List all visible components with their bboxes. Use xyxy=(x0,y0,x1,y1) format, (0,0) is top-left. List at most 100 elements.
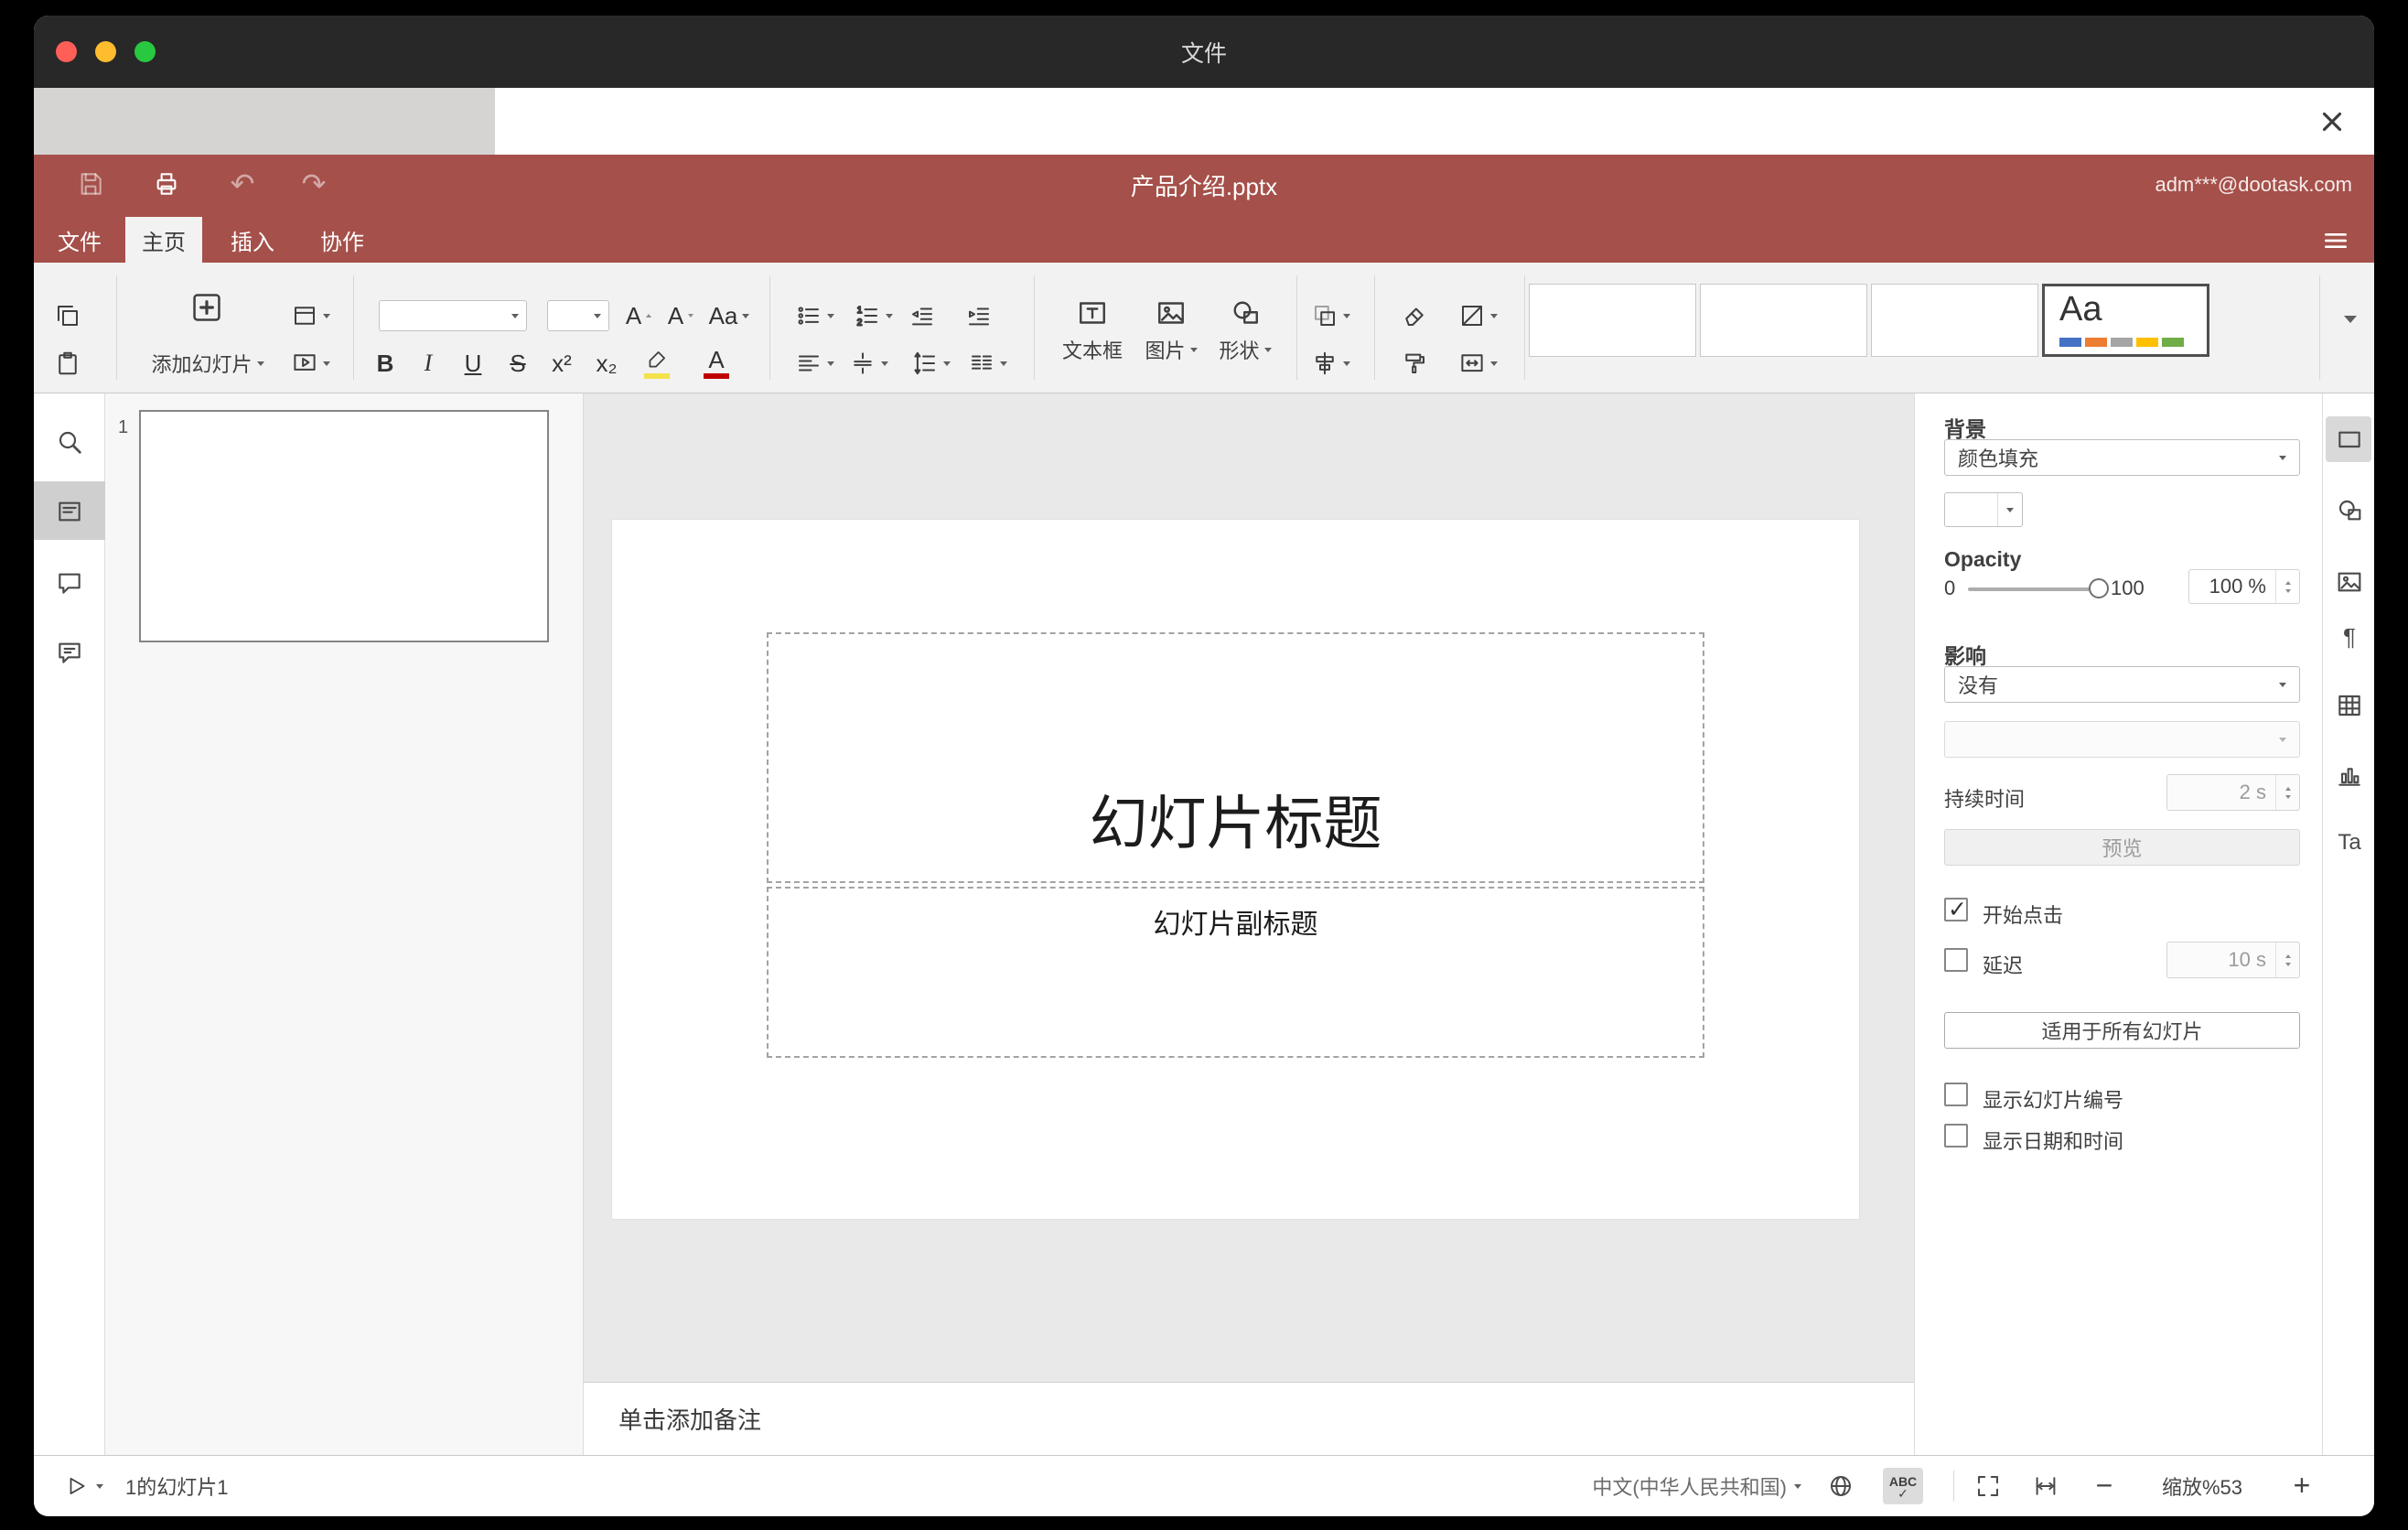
comments-icon[interactable] xyxy=(54,567,85,598)
font-color-button[interactable]: A xyxy=(695,343,737,383)
start-on-click-checkbox[interactable] xyxy=(1944,896,1968,923)
toolbar-separator xyxy=(769,275,770,380)
change-layout-button[interactable] xyxy=(286,300,334,331)
vertical-align-button[interactable] xyxy=(845,348,891,379)
theme-preview-text: Aa xyxy=(2059,290,2102,329)
spell-check-icon[interactable]: ABC ✓ xyxy=(1883,1468,1923,1504)
chart-settings-icon[interactable] xyxy=(2334,760,2365,791)
zoom-out-button[interactable]: − xyxy=(2088,1465,2121,1505)
fit-slide-icon[interactable] xyxy=(1970,1470,2006,1503)
font-size-combo[interactable] xyxy=(547,300,609,331)
table-settings-icon[interactable] xyxy=(2334,690,2365,721)
effect-label: 影响 xyxy=(1944,644,1986,668)
slides-panel-icon[interactable] xyxy=(54,496,85,527)
underline-button[interactable]: U xyxy=(455,347,491,380)
theme-tile[interactable] xyxy=(1529,284,1696,357)
increase-font-button[interactable]: A xyxy=(619,300,658,331)
feedback-icon[interactable] xyxy=(54,637,85,668)
line-spacing-button[interactable] xyxy=(908,348,953,379)
opacity-value-input[interactable]: 100 % xyxy=(2188,569,2300,604)
start-slideshow-status-button[interactable] xyxy=(56,1469,113,1503)
close-icon[interactable] xyxy=(2314,103,2350,140)
zoom-in-button[interactable]: + xyxy=(2285,1465,2318,1505)
bold-button[interactable]: B xyxy=(367,347,403,380)
shape-settings-icon[interactable] xyxy=(2334,495,2365,526)
toolbar-separator xyxy=(1374,275,1375,380)
highlight-color-bar xyxy=(644,373,670,379)
show-date-time-checkbox[interactable] xyxy=(1944,1124,1968,1148)
delay-label: 延迟 xyxy=(1983,954,2024,977)
language-select[interactable]: 中文(中华人民共和国) xyxy=(1534,1469,1801,1503)
superscript-button[interactable]: x² xyxy=(543,347,580,380)
opacity-slider-knob[interactable] xyxy=(2089,578,2109,598)
right-icon-strip: ¶ Ta xyxy=(2322,393,2374,1455)
subtitle-placeholder[interactable]: 幻灯片副标题 xyxy=(767,887,1704,1058)
delay-checkbox[interactable] xyxy=(1944,948,1968,972)
title-placeholder[interactable]: 幻灯片标题 xyxy=(767,632,1704,883)
copy-style-icon[interactable] xyxy=(1396,348,1433,379)
theme-tile[interactable] xyxy=(1700,284,1867,357)
screen: 文件 ↶ ↷ 产品介绍.pptx adm***@dootask.com 文件 主… xyxy=(0,0,2408,1530)
show-slide-number-checkbox[interactable] xyxy=(1944,1083,1968,1106)
slide-thumbnail-1[interactable] xyxy=(139,410,549,642)
increase-indent-button[interactable] xyxy=(961,300,997,331)
menu-icon[interactable] xyxy=(2317,226,2354,255)
opacity-slider[interactable] xyxy=(1968,578,2109,598)
slide-size-button[interactable] xyxy=(1453,348,1502,379)
app-window: 文件 ↶ ↷ 产品介绍.pptx adm***@dootask.com 文件 主… xyxy=(34,16,2374,1516)
columns-button[interactable] xyxy=(964,348,1010,379)
italic-button[interactable]: I xyxy=(410,347,446,380)
tab-insert[interactable]: 插入 xyxy=(215,217,290,263)
slide-info-label: 1的幻灯片1 xyxy=(125,1476,229,1499)
change-case-button[interactable]: Aa xyxy=(704,300,755,331)
search-icon[interactable] xyxy=(54,426,85,458)
start-slideshow-button[interactable] xyxy=(286,348,334,379)
textart-settings-icon[interactable]: Ta xyxy=(2334,827,2365,858)
decrease-indent-button[interactable] xyxy=(904,300,941,331)
numbering-button[interactable] xyxy=(850,300,896,331)
account-label: adm***@dootask.com xyxy=(2155,173,2352,196)
add-slide-icon[interactable] xyxy=(186,286,228,329)
background-label: 背景 xyxy=(1944,417,1986,441)
slide-settings-panel: 背景 颜色填充 Opacity 0 100 100 % 影响 没有 持续时间 2… xyxy=(1914,393,2322,1455)
notes-area[interactable]: 单击添加备注 xyxy=(584,1382,1914,1455)
paste-icon[interactable] xyxy=(52,348,83,379)
apply-to-all-slides-button[interactable]: 适用于所有幻灯片 xyxy=(1944,1012,2300,1049)
clear-style-icon[interactable] xyxy=(1396,300,1433,331)
slide-surface[interactable]: 幻灯片标题 幻灯片副标题 xyxy=(611,519,1860,1220)
fill-color-picker[interactable] xyxy=(1944,492,2023,527)
tab-home[interactable]: 主页 xyxy=(125,217,202,263)
status-bar: 1的幻灯片1 中文(中华人民共和国) ABC ✓ − 缩放%53 + xyxy=(34,1455,2374,1516)
slide-settings-icon[interactable] xyxy=(2334,424,2365,455)
insert-textbox-button[interactable]: 文本框 xyxy=(1056,286,1129,374)
horizontal-align-button[interactable] xyxy=(791,348,837,379)
external-page-area xyxy=(34,88,495,155)
copy-icon[interactable] xyxy=(52,300,83,331)
spellcheck-language-icon[interactable] xyxy=(1824,1470,1857,1503)
color-scheme-button[interactable] xyxy=(1453,300,1502,331)
insert-image-button[interactable]: 图片 xyxy=(1134,286,1208,374)
theme-tile[interactable] xyxy=(1871,284,2038,357)
fill-type-select[interactable]: 颜色填充 xyxy=(1944,439,2300,476)
chevron-down-icon xyxy=(256,361,264,366)
tab-collaboration[interactable]: 协作 xyxy=(303,217,382,263)
arrange-shape-button[interactable] xyxy=(1306,300,1354,331)
image-settings-icon[interactable] xyxy=(2334,566,2365,598)
bullets-button[interactable] xyxy=(791,300,837,331)
align-shape-button[interactable] xyxy=(1306,348,1354,379)
tab-file[interactable]: 文件 xyxy=(47,217,113,263)
add-slide-button[interactable]: 添加幻灯片 xyxy=(134,348,281,379)
font-name-combo[interactable] xyxy=(379,300,527,331)
theme-tile-selected[interactable]: Aa xyxy=(2042,284,2209,357)
paragraph-settings-icon[interactable]: ¶ xyxy=(2334,621,2365,652)
main-toolbar: 添加幻灯片 A A Aa B I U S x² x₂ A 文本框 图片 形状 A… xyxy=(34,263,2374,393)
insert-shape-button[interactable]: 形状 xyxy=(1209,286,1282,374)
strikethrough-button[interactable]: S xyxy=(500,347,536,380)
effect-select[interactable]: 没有 xyxy=(1944,666,2300,703)
highlight-color-button[interactable] xyxy=(636,343,678,383)
theme-gallery-expand-button[interactable] xyxy=(2330,307,2370,332)
subscript-button[interactable]: x₂ xyxy=(588,347,625,380)
fit-width-icon[interactable] xyxy=(2027,1470,2064,1503)
decrease-font-button[interactable]: A xyxy=(661,300,700,331)
zoom-level-label: 缩放%53 xyxy=(2161,1476,2243,1499)
